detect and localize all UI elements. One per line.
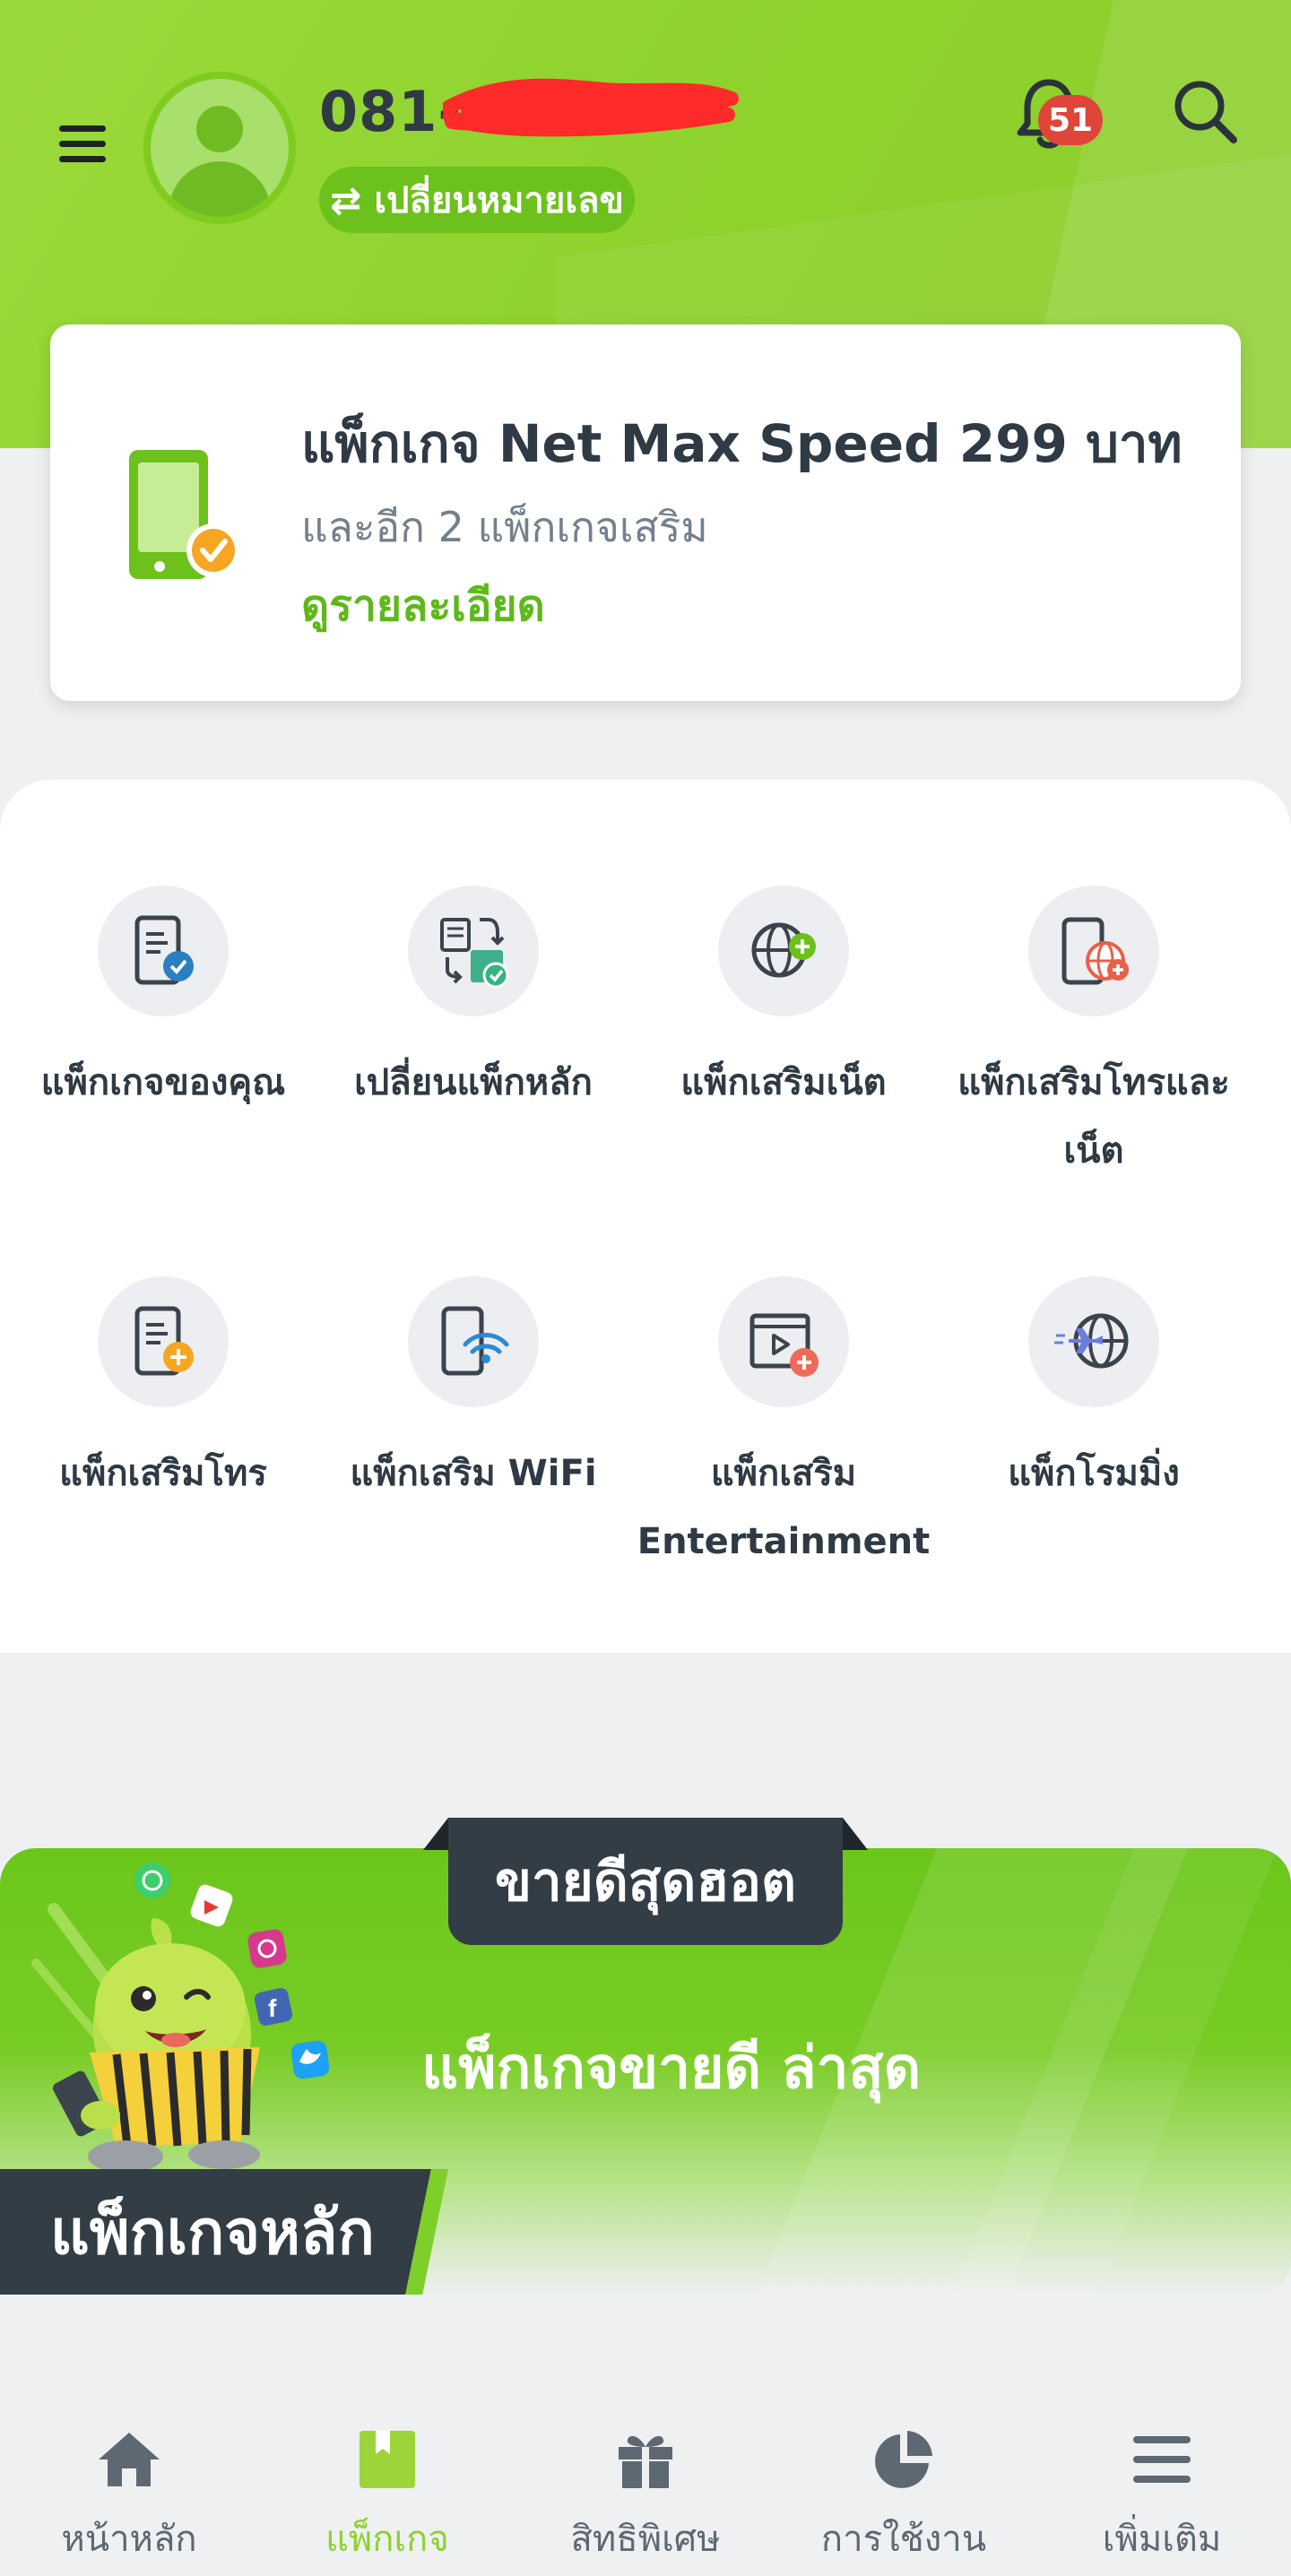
menu-item-label: แพ็กโรมมิ่ง: [1008, 1453, 1180, 1494]
package-list-icon: [134, 915, 194, 985]
menu-item-call-and-net-addon[interactable]: แพ็กเสริมโทรและเน็ต: [941, 886, 1246, 1185]
phone-globe-icon: [1061, 917, 1129, 985]
menu-item-label: แพ็กเสริม WiFi: [350, 1453, 597, 1494]
airplane-globe-icon: [1054, 1313, 1129, 1369]
menu-item-call-addon[interactable]: แพ็กเสริมโทร: [11, 1276, 316, 1508]
svg-text:f: f: [268, 1994, 277, 2022]
promo-tab-fold: [423, 1818, 448, 1850]
swap-arrows-icon: ⇄: [330, 177, 362, 222]
menu-item-entertainment-addon[interactable]: แพ็กเสริม Entertainment: [631, 1276, 936, 1576]
video-add-icon: [749, 1313, 819, 1377]
menu-item-label: แพ็กเสริมเน็ต: [680, 1062, 887, 1103]
home-icon: [99, 2433, 160, 2486]
phone-add-icon: [134, 1306, 194, 1376]
menu-item-wifi-addon[interactable]: แพ็กเสริม WiFi: [321, 1276, 626, 1508]
more-menu-icon: [1133, 2436, 1191, 2483]
nav-tab-label: สิทธิพิเศษ: [570, 2519, 721, 2560]
phone-check-icon: [129, 450, 240, 579]
nav-tab-privileges[interactable]: สิทธิพิเศษ: [516, 2424, 775, 2567]
nav-tab-label: แพ็กเกจ: [325, 2519, 449, 2560]
gift-icon: [619, 2435, 672, 2488]
globe-add-icon: [751, 922, 816, 978]
hamburger-menu-icon[interactable]: [59, 125, 109, 170]
redaction-scribble: [443, 78, 739, 137]
package-title: แพ็กเกจ Net Max Speed 299 บาท: [301, 413, 1183, 474]
mascot-illustration: f: [31, 1863, 330, 2173]
package-details-link[interactable]: ดูรายละเอียด: [301, 572, 545, 640]
menu-item-label: แพ็กเสริมโทรและเน็ต: [957, 1062, 1230, 1171]
menu-item-label: แพ็กเสริม Entertainment: [637, 1453, 931, 1562]
phone-wifi-icon: [441, 1306, 509, 1376]
switch-number-button[interactable]: ⇄ เปลี่ยนหมายเลข: [319, 167, 635, 233]
nav-tab-label: การใช้งาน: [820, 2519, 987, 2560]
nav-tab-packages[interactable]: แพ็กเกจ: [258, 2424, 516, 2567]
package-icon: [360, 2431, 415, 2488]
bottom-navigation: หน้าหลัก แพ็กเกจ สิทธิพิเศษ การใช้งาน เพ…: [0, 2366, 1291, 2576]
menu-item-your-packages[interactable]: แพ็กเกจของคุณ: [11, 886, 316, 1117]
menu-item-label: แพ็กเสริมโทร: [59, 1453, 267, 1494]
current-package-card[interactable]: แพ็กเกจ Net Max Speed 299 บาท และอีก 2 แ…: [50, 324, 1241, 701]
nav-tab-usage[interactable]: การใช้งาน: [775, 2424, 1033, 2567]
promo-tab: ขายดีสุดฮอต: [448, 1818, 843, 1945]
package-subtitle: และอีก 2 แพ็กเกจเสริม: [301, 503, 708, 551]
swap-package-icon: [440, 918, 509, 989]
menu-item-change-main-package[interactable]: เปลี่ยนแพ็กหลัก: [321, 886, 626, 1117]
avatar[interactable]: [143, 72, 296, 224]
menu-item-label: เปลี่ยนแพ็กหลัก: [354, 1062, 593, 1103]
menu-item-net-addon[interactable]: แพ็กเสริมเน็ต: [631, 886, 936, 1117]
notification-badge: 51: [1038, 95, 1103, 145]
pie-chart-icon: [875, 2431, 932, 2488]
section-label-main-packages: แพ็กเกจหลัก: [0, 2169, 445, 2295]
menu-item-roaming[interactable]: แพ็กโรมมิ่ง: [941, 1276, 1246, 1508]
switch-number-label: เปลี่ยนหมายเลข: [374, 180, 624, 221]
nav-tab-label: เพิ่มเติม: [1102, 2519, 1222, 2560]
promo-title: แพ็กเกจขายดี ล่าสุด: [421, 2036, 922, 2102]
promo-tab-fold: [843, 1818, 868, 1850]
app-screen: 081-8 ⇄ เปลี่ยนหมายเลข 51 แพ็กเกจ Net Ma…: [0, 0, 1291, 2576]
menu-item-label: แพ็กเกจของคุณ: [40, 1062, 286, 1103]
nav-tab-more[interactable]: เพิ่มเติม: [1033, 2424, 1291, 2567]
nav-tab-label: หน้าหลัก: [61, 2519, 197, 2560]
search-icon[interactable]: [1171, 77, 1239, 145]
nav-tab-home[interactable]: หน้าหลัก: [0, 2424, 258, 2567]
